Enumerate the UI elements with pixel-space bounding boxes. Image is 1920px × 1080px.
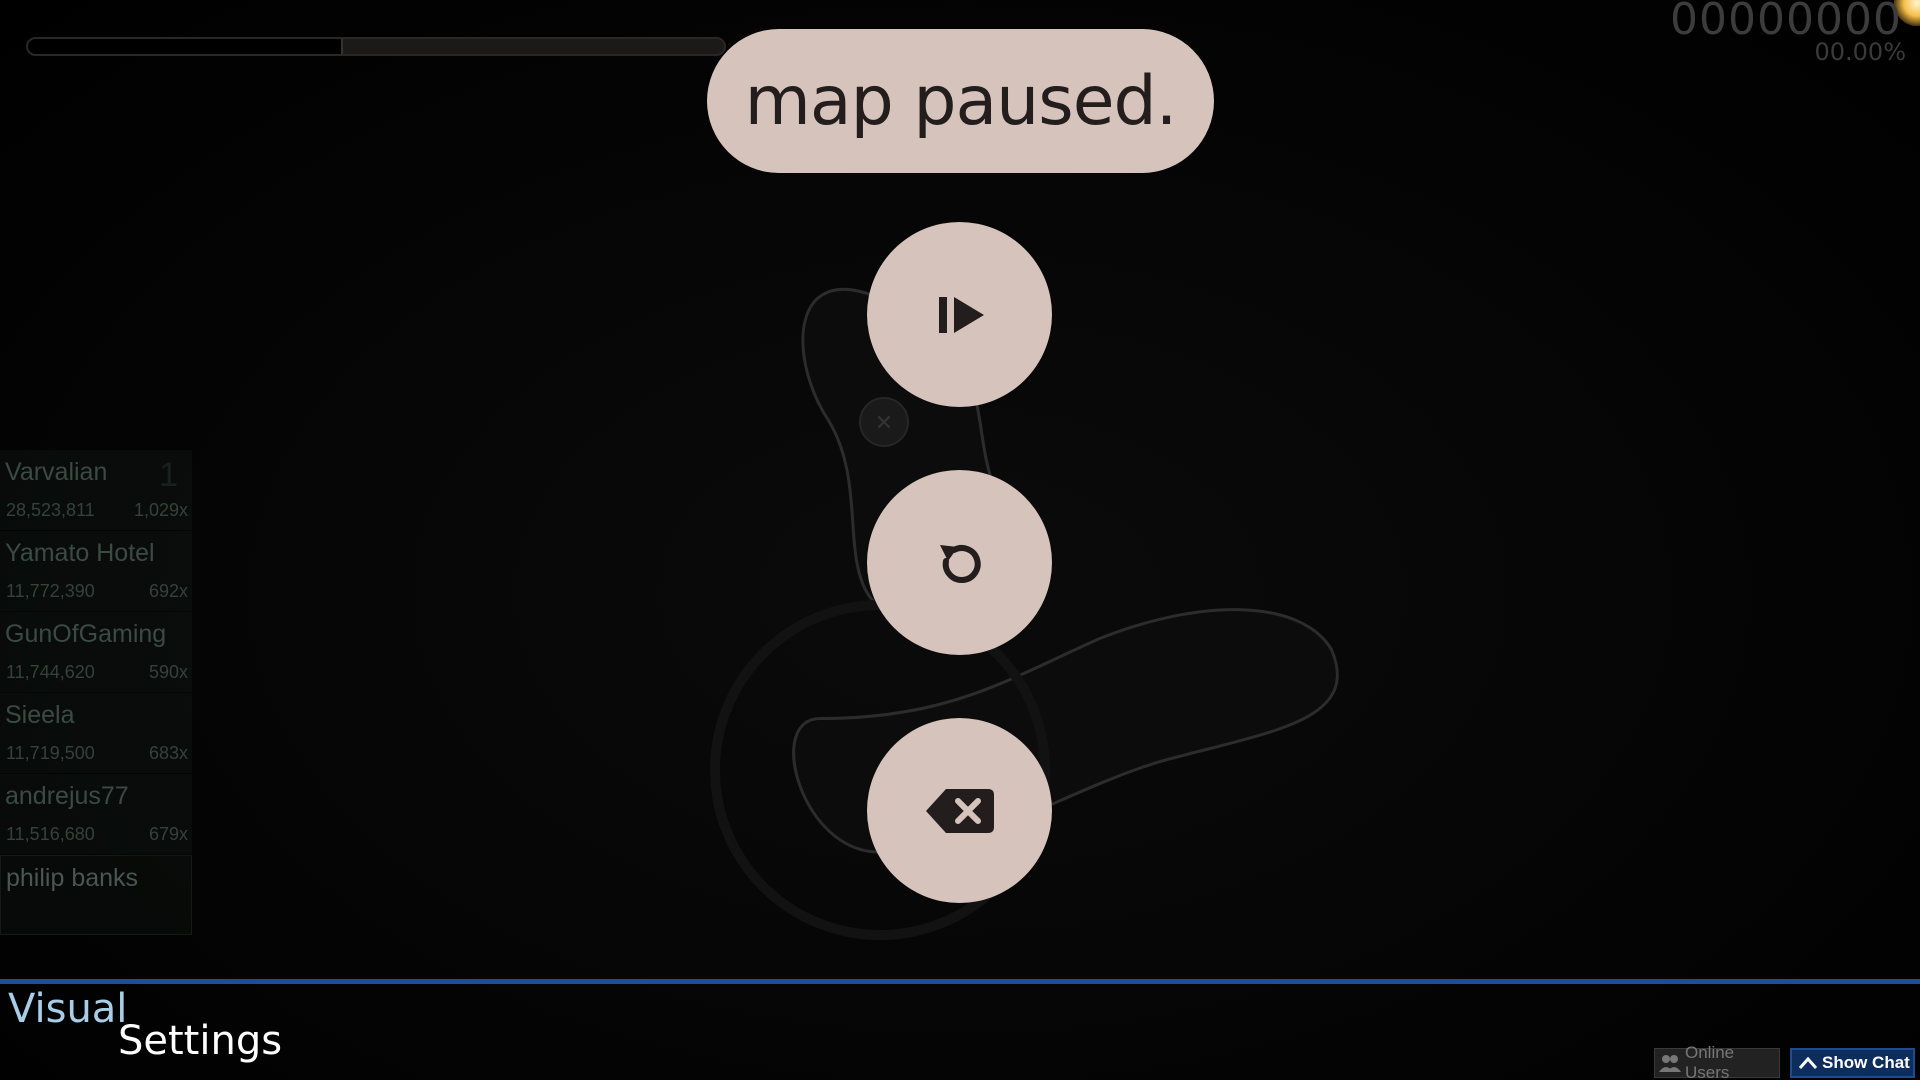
- leaderboard-entry: Varvalian 1 28,523,811 1,029x: [0, 450, 192, 530]
- online-users-button[interactable]: Online Users: [1654, 1043, 1780, 1080]
- player-score: 11,744,620: [6, 662, 95, 682]
- player-combo: 692x: [148, 581, 188, 601]
- online-users-label: Online Users: [1685, 1043, 1735, 1080]
- player-combo: 1,029x: [133, 500, 188, 520]
- pause-title-text: map paused.: [744, 61, 1178, 141]
- player-score: 28,523,811: [6, 500, 95, 520]
- retry-icon: [939, 544, 981, 583]
- player-combo: 590x: [148, 662, 188, 682]
- show-chat-label: Show Chat: [1822, 1053, 1910, 1072]
- player-score: 11,719,500: [6, 743, 95, 763]
- player-combo: 679x: [148, 824, 188, 844]
- song-progress-fill: [28, 39, 344, 54]
- leaderboard-panel: Varvalian 1 28,523,811 1,029x Yamato Hot…: [0, 450, 192, 936]
- leaderboard-self-entry: philip banks: [0, 855, 192, 935]
- show-chat-button[interactable]: Show Chat: [1790, 1048, 1915, 1078]
- player-name: Sieela: [5, 701, 75, 729]
- player-score: 11,516,680: [6, 824, 95, 844]
- player-combo: 683x: [148, 743, 188, 763]
- leaderboard-entry: Sieela 11,719,500 683x: [0, 693, 192, 773]
- player-name: philip banks: [6, 864, 139, 892]
- play-pause-icon: [938, 296, 984, 333]
- users-icon: [1659, 1053, 1681, 1073]
- chevron-up-icon: [1798, 1055, 1818, 1071]
- backspace-x-icon: [925, 788, 994, 833]
- settings-label[interactable]: Settings: [118, 1018, 282, 1064]
- leaderboard-entry: andrejus77 11,516,680 679x: [0, 774, 192, 854]
- pause-title-banner: map paused.: [707, 29, 1214, 173]
- leaderboard-entry: GunOfGaming 11,744,620 590x: [0, 612, 192, 692]
- song-progress-bar: [26, 37, 726, 56]
- continue-button[interactable]: [867, 222, 1052, 407]
- player-name: andrejus77: [5, 782, 129, 810]
- player-score: 11,772,390: [6, 581, 95, 601]
- footer-divider: [0, 979, 1920, 984]
- player-name: Varvalian: [5, 458, 108, 486]
- visual-settings-label[interactable]: Visual: [8, 986, 127, 1032]
- accuracy-readout: 00.00%: [1814, 38, 1906, 66]
- player-name: Yamato Hotel: [5, 539, 155, 567]
- player-name: GunOfGaming: [5, 620, 167, 648]
- quit-button[interactable]: [867, 718, 1052, 903]
- svg-text:✕: ✕: [875, 411, 893, 436]
- retry-button[interactable]: [867, 470, 1052, 655]
- leaderboard-entry: Yamato Hotel 11,772,390 692x: [0, 531, 192, 611]
- game-screen: ✕ 00000000 00.00% map paused. Varvalian …: [0, 0, 1920, 1080]
- player-rank: 1: [159, 456, 178, 494]
